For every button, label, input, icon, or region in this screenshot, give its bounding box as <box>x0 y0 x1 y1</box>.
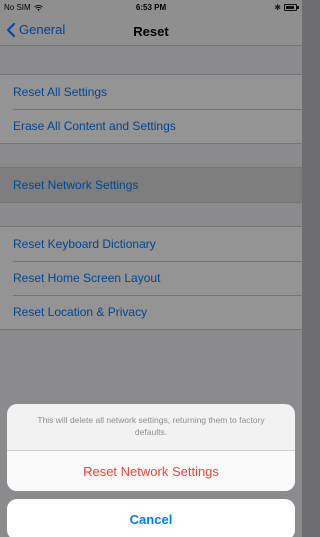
confirm-reset-network-button[interactable]: Reset Network Settings <box>7 451 295 491</box>
reset-settings-screen: No SIM 6:53 PM ✱ General Reset Reset All… <box>0 0 302 537</box>
action-sheet: This will delete all network settings, r… <box>7 404 295 491</box>
cancel-button[interactable]: Cancel <box>7 499 295 537</box>
action-sheet-message: This will delete all network settings, r… <box>7 404 295 451</box>
